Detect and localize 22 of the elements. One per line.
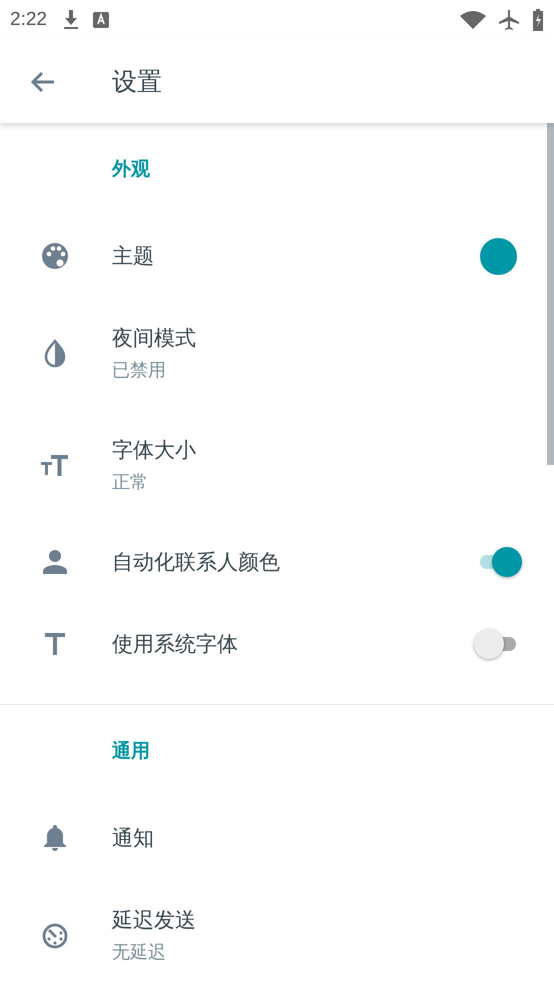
palette-icon bbox=[40, 241, 70, 271]
battery-icon bbox=[532, 9, 544, 31]
person-icon bbox=[40, 547, 70, 577]
setting-title[interactable]: 字体大小 bbox=[112, 436, 196, 464]
section-header: 通用 bbox=[112, 739, 150, 764]
wifi-icon bbox=[460, 11, 486, 29]
keyboard-icon bbox=[92, 12, 109, 28]
download-icon bbox=[62, 10, 79, 30]
setting-title[interactable]: 使用系统字体 bbox=[112, 630, 238, 658]
setting-summary: 已禁用 bbox=[112, 359, 167, 382]
setting-summary: 无延迟 bbox=[112, 941, 167, 964]
airplane-icon bbox=[498, 9, 520, 31]
status-time: 2:22 bbox=[10, 9, 47, 31]
setting-title[interactable]: 主题 bbox=[112, 242, 154, 270]
setting-title[interactable]: 延迟发送 bbox=[112, 906, 196, 934]
setting-summary: 正常 bbox=[112, 471, 149, 494]
setting-title[interactable]: 自动化联系人颜色 bbox=[112, 548, 280, 576]
setting-title[interactable]: 通知 bbox=[112, 824, 154, 852]
setting-title[interactable]: 夜间模式 bbox=[112, 324, 196, 352]
theme-color-swatch[interactable] bbox=[480, 238, 517, 274]
screen-title: 设置 bbox=[112, 66, 162, 98]
section-header: 外观 bbox=[112, 157, 150, 182]
